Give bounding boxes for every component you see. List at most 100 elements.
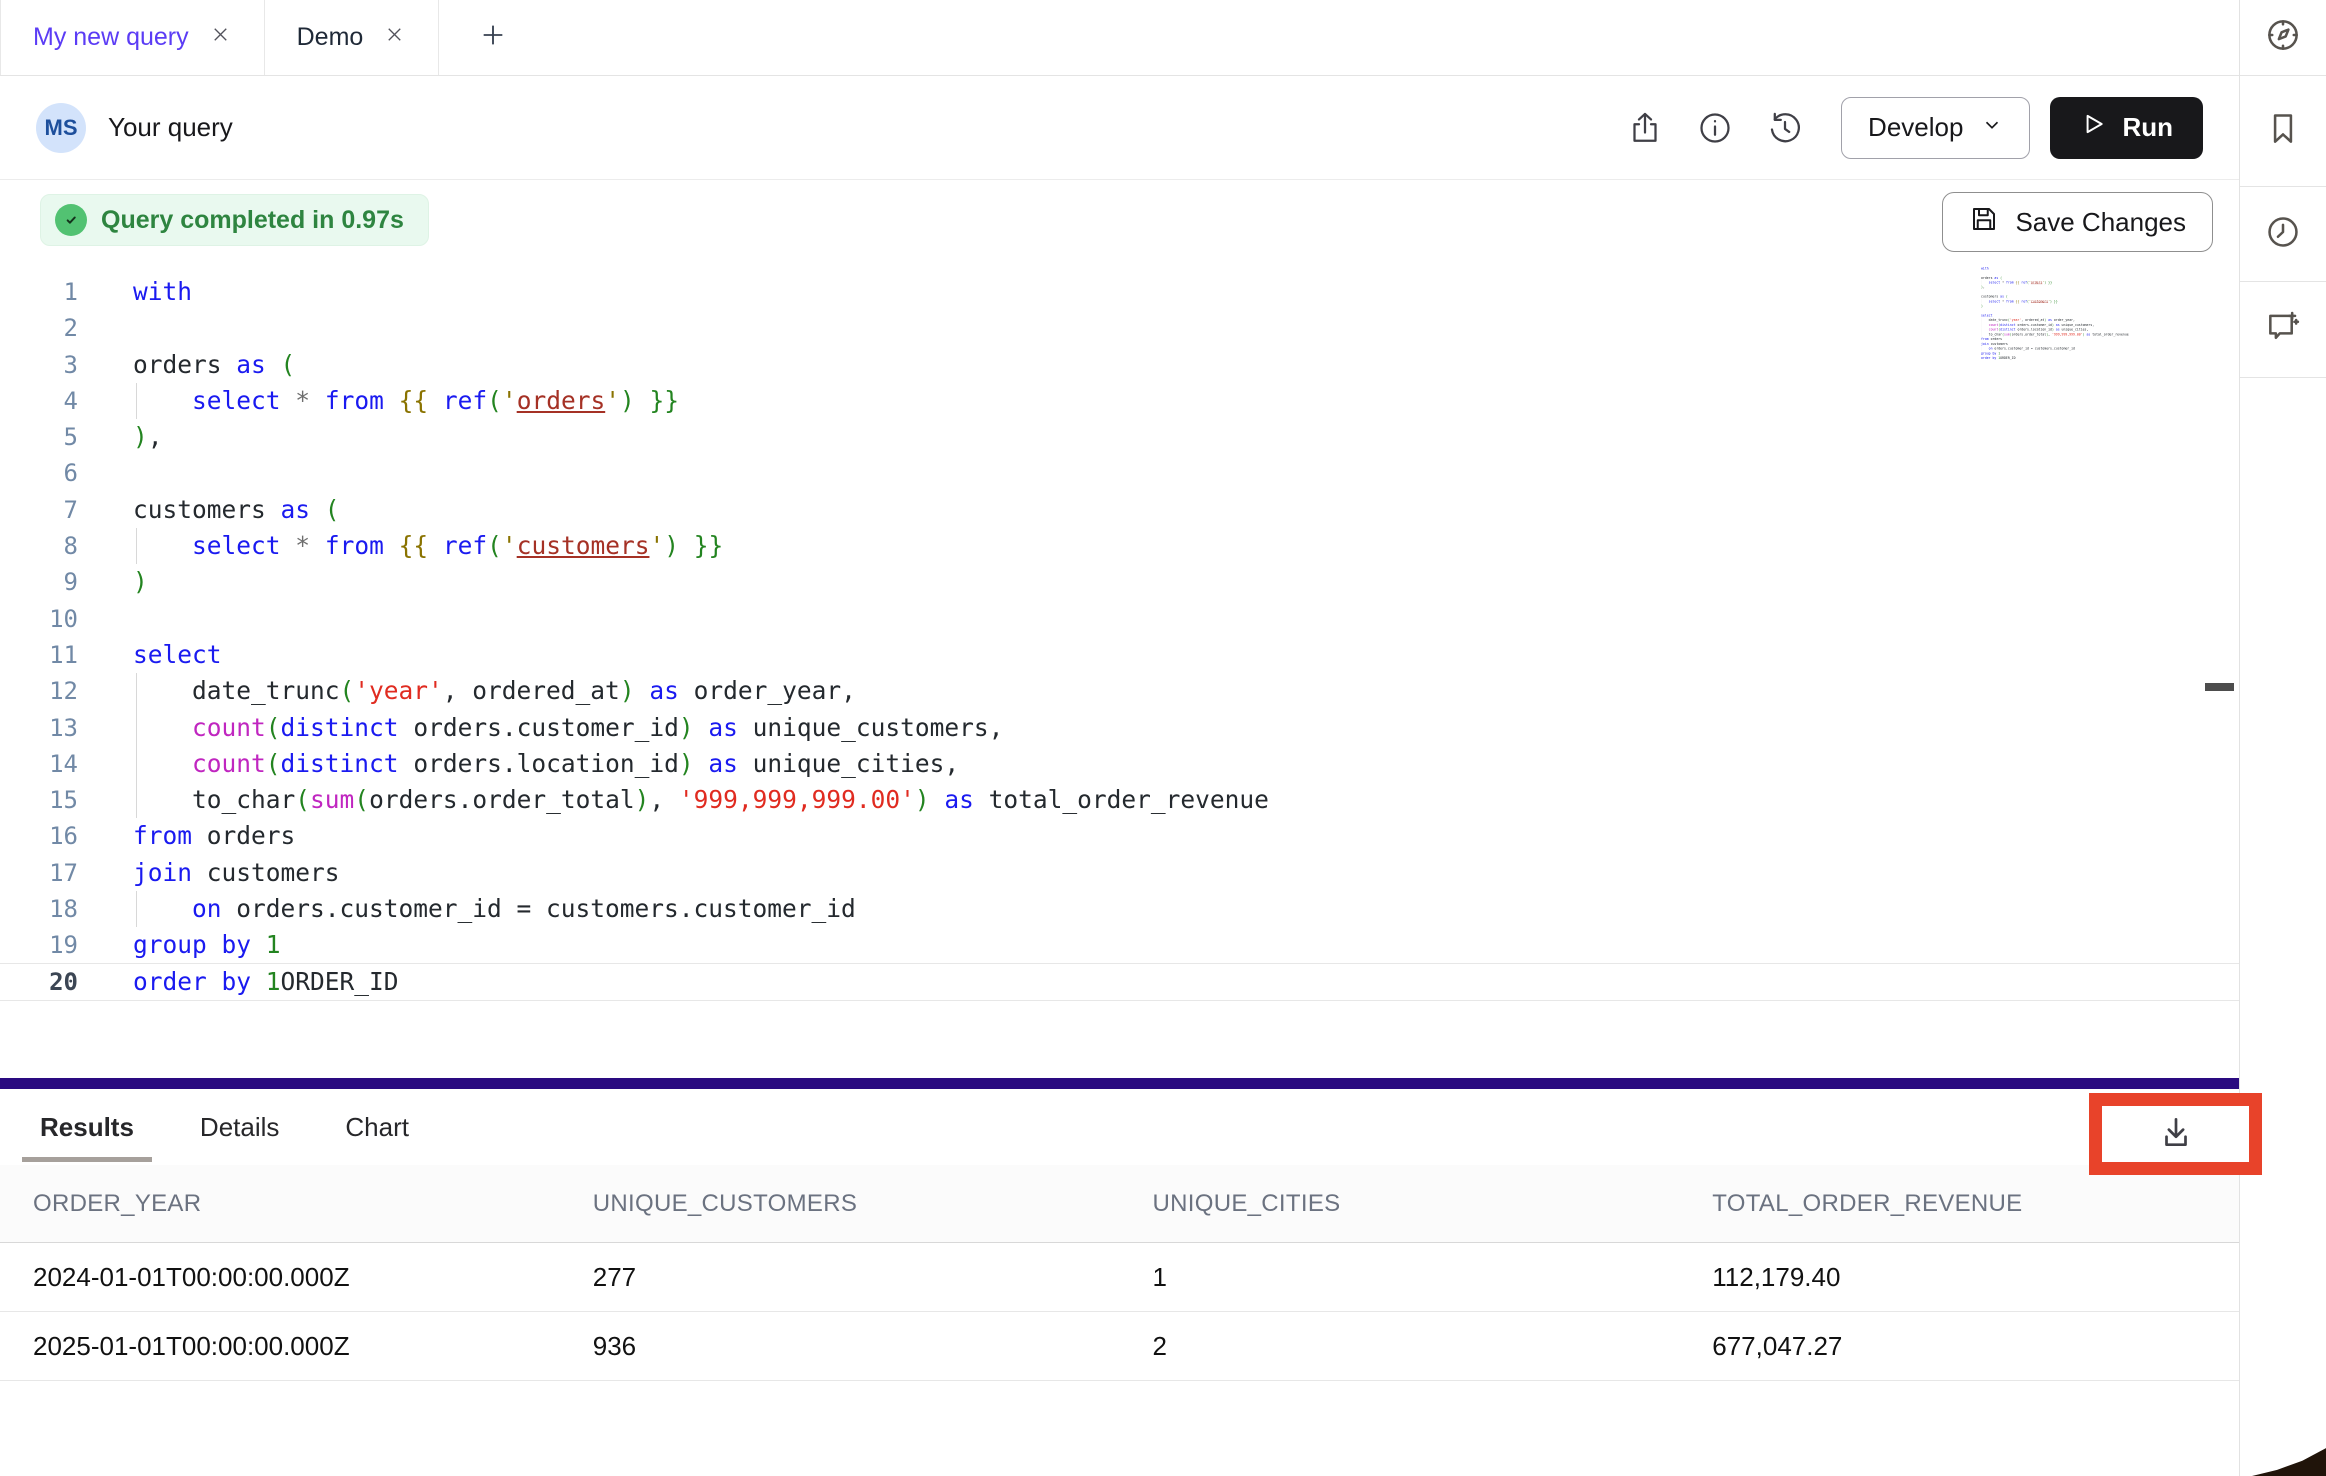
- table-cell: 2024-01-01T00:00:00.000Z: [0, 1262, 560, 1293]
- line-number: 6: [0, 455, 78, 491]
- develop-dropdown[interactable]: Develop: [1841, 97, 2030, 159]
- clock-icon: [2264, 213, 2302, 256]
- line-content: customers as (: [133, 492, 2239, 528]
- table-cell: 677,047.27: [1679, 1331, 2239, 1362]
- code-line[interactable]: 4 select * from {{ ref('orders') }}: [0, 383, 2239, 419]
- new-tab-button[interactable]: [439, 0, 547, 75]
- play-icon: [2080, 111, 2106, 144]
- query-status-text: Query completed in 0.97s: [101, 206, 404, 235]
- code-line[interactable]: 18 on orders.customer_id = customers.cus…: [0, 891, 2239, 927]
- line-content: select * from {{ ref('customers') }}: [133, 528, 2239, 564]
- indent-guide: [136, 710, 137, 746]
- code-line[interactable]: 16from orders: [0, 818, 2239, 854]
- sidebar-button-compass[interactable]: [2240, 0, 2326, 76]
- main-panel: My new queryDemo MS Your query Develop R…: [0, 0, 2240, 1476]
- column-header: ORDER_YEAR: [0, 1190, 560, 1218]
- indent-guide: [136, 383, 137, 419]
- indent-guide: [136, 891, 137, 927]
- code-line[interactable]: 14 count(distinct orders.location_id) as…: [0, 746, 2239, 782]
- sidebar-button-bookmark[interactable]: [2240, 76, 2326, 187]
- plus-icon: [479, 21, 507, 54]
- run-button[interactable]: Run: [2050, 97, 2203, 159]
- results-panel: ResultsDetailsChart ORDER_YEARUNIQUE_CUS…: [0, 1089, 2239, 1476]
- line-content: [133, 601, 2239, 637]
- code-line[interactable]: 12 date_trunc('year', ordered_at) as ord…: [0, 673, 2239, 709]
- code-line[interactable]: 11select: [0, 637, 2239, 673]
- line-number: 8: [0, 528, 78, 564]
- code-line[interactable]: 8 select * from {{ ref('customers') }}: [0, 528, 2239, 564]
- line-number: 5: [0, 419, 78, 455]
- code-line[interactable]: 13 count(distinct orders.customer_id) as…: [0, 710, 2239, 746]
- table-row[interactable]: 2024-01-01T00:00:00.000Z2771112,179.40: [0, 1243, 2239, 1312]
- query-status-badge: Query completed in 0.97s: [40, 194, 429, 246]
- line-content: ),: [133, 419, 2239, 455]
- compass-icon: [2264, 16, 2302, 59]
- code-line[interactable]: 6: [0, 455, 2239, 491]
- download-highlight-annotation: [2089, 1093, 2262, 1175]
- line-number: 4: [0, 383, 78, 419]
- app-window: My new queryDemo MS Your query Develop R…: [0, 0, 2326, 1476]
- line-content: order by 1ORDER_ID: [133, 964, 2239, 1000]
- line-number: 7: [0, 492, 78, 528]
- table-cell: 936: [560, 1331, 1120, 1362]
- column-header: TOTAL_ORDER_REVENUE: [1679, 1190, 2239, 1218]
- sidebar-button-ai-chat[interactable]: [2240, 282, 2326, 378]
- indent-guide: [136, 746, 137, 782]
- code-line[interactable]: 17join customers: [0, 855, 2239, 891]
- code-line[interactable]: 9): [0, 564, 2239, 600]
- panel-resize-divider[interactable]: [0, 1078, 2239, 1089]
- query-header: MS Your query Develop Run: [0, 76, 2239, 180]
- sidebar-button-clock[interactable]: [2240, 187, 2326, 282]
- code-line[interactable]: 19group by 1: [0, 927, 2239, 963]
- line-number: 3: [0, 347, 78, 383]
- scrollbar-thumb[interactable]: [2205, 683, 2234, 691]
- history-icon[interactable]: [1767, 110, 1803, 146]
- editor-tab-demo[interactable]: Demo: [265, 0, 440, 75]
- save-changes-button[interactable]: Save Changes: [1942, 192, 2213, 252]
- close-icon[interactable]: [383, 23, 406, 53]
- line-number: 14: [0, 746, 78, 782]
- bookmark-icon: [2264, 110, 2302, 153]
- info-icon[interactable]: [1697, 110, 1733, 146]
- code-line[interactable]: 2: [0, 310, 2239, 346]
- indent-guide: [136, 782, 137, 818]
- editor-tab-my-new-query[interactable]: My new query: [0, 0, 265, 75]
- line-number: 10: [0, 601, 78, 637]
- sql-editor[interactable]: Query completed in 0.97s Save Changes 1w…: [0, 180, 2239, 1078]
- avatar: MS: [36, 103, 86, 153]
- line-number: 17: [0, 855, 78, 891]
- check-circle-icon: [55, 204, 87, 236]
- results-tab-chart[interactable]: Chart: [343, 1089, 411, 1165]
- results-tab-results[interactable]: Results: [38, 1089, 136, 1165]
- save-icon: [1969, 204, 1999, 241]
- code-line[interactable]: 5),: [0, 419, 2239, 455]
- run-label: Run: [2122, 112, 2173, 143]
- save-label: Save Changes: [2015, 207, 2186, 238]
- code-line[interactable]: 3orders as (: [0, 347, 2239, 383]
- code-minimap[interactable]: with orders as ( select * from {{ ref('o…: [1981, 266, 2211, 366]
- share-icon[interactable]: [1627, 110, 1663, 146]
- code-line[interactable]: 1with: [0, 274, 2239, 310]
- line-content: select: [133, 637, 2239, 673]
- download-results-button[interactable]: [2102, 1106, 2249, 1162]
- table-cell: 2: [1120, 1331, 1680, 1362]
- ai-chat-icon: [2264, 308, 2302, 351]
- code-line[interactable]: 7 customers as (: [0, 492, 2239, 528]
- results-tab-bar: Results Details Chart: [0, 1089, 2239, 1165]
- header-icon-group: [1593, 110, 1803, 146]
- line-content: date_trunc('year', ordered_at) as order_…: [133, 673, 2239, 709]
- line-content: order by 1ORDER_ID: [1981, 356, 2011, 361]
- code-area[interactable]: 1with2 3orders as (4 select * from {{ re…: [0, 274, 2239, 1001]
- table-cell: 2025-01-01T00:00:00.000Z: [0, 1331, 560, 1362]
- line-number: 20: [0, 964, 78, 1000]
- table-cell: 1: [1120, 1262, 1680, 1293]
- results-tab-details[interactable]: Details: [198, 1089, 281, 1165]
- line-content: [133, 455, 2239, 491]
- code-line[interactable]: 20 order by 1ORDER_ID: [0, 963, 2239, 1001]
- column-header: UNIQUE_CITIES: [1120, 1190, 1680, 1218]
- line-number: 13: [0, 710, 78, 746]
- close-icon[interactable]: [209, 23, 232, 53]
- table-row[interactable]: 2025-01-01T00:00:00.000Z9362677,047.27: [0, 1312, 2239, 1381]
- code-line[interactable]: 15 to_char(sum(orders.order_total), '999…: [0, 782, 2239, 818]
- code-line[interactable]: 10: [0, 601, 2239, 637]
